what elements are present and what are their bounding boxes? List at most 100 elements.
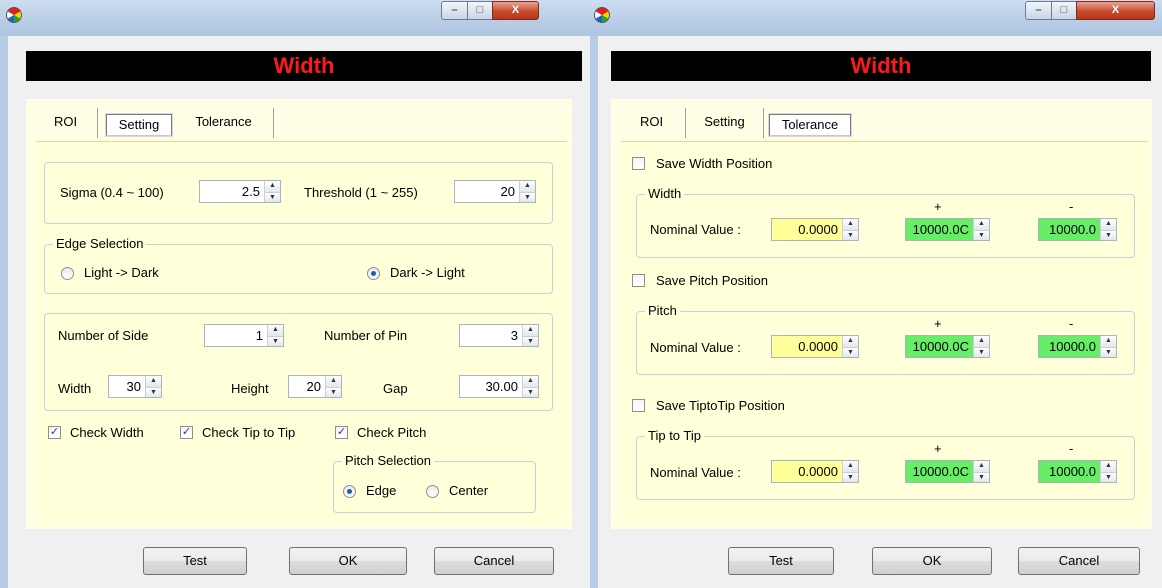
spin-up-icon[interactable]: ▲	[523, 325, 538, 336]
edge-dark-light-radio[interactable]	[367, 267, 380, 280]
pitch-nominal-stepper[interactable]: 0.0000 ▲ ▼	[771, 335, 859, 358]
spin-arrows[interactable]: ▲ ▼	[325, 376, 341, 397]
width-nominal-stepper[interactable]: 0.0000 ▲ ▼	[771, 218, 859, 241]
gap-stepper[interactable]: 30.00 ▲ ▼	[459, 375, 539, 398]
spin-down-icon[interactable]: ▼	[265, 191, 280, 202]
spin-down-icon[interactable]: ▼	[268, 335, 283, 346]
pitch-plus-stepper[interactable]: 10000.0C ▲ ▼	[905, 335, 990, 358]
spin-up-icon[interactable]: ▲	[1101, 461, 1116, 472]
test-button[interactable]: Test	[728, 547, 834, 575]
minimize-button[interactable]: –	[1025, 1, 1052, 20]
close-button[interactable]: X	[492, 1, 539, 20]
tiptotip-minus-stepper[interactable]: 10000.0 ▲ ▼	[1038, 460, 1117, 483]
number-of-side-stepper[interactable]: 1 ▲ ▼	[204, 324, 284, 347]
tiptotip-nominal-stepper[interactable]: 0.0000 ▲ ▼	[771, 460, 859, 483]
maximize-button[interactable]: □	[467, 1, 493, 20]
spin-down-icon[interactable]: ▼	[523, 386, 538, 397]
pitch-edge-radio[interactable]	[343, 485, 356, 498]
spin-up-icon[interactable]: ▲	[974, 336, 989, 347]
save-width-checkbox[interactable]	[632, 157, 645, 170]
tab-roi[interactable]: ROI	[618, 108, 686, 138]
spin-arrows[interactable]: ▲ ▼	[973, 219, 989, 240]
spin-arrows[interactable]: ▲ ▼	[522, 376, 538, 397]
tab-setting[interactable]: Setting	[106, 114, 172, 136]
spin-arrows[interactable]: ▲ ▼	[519, 181, 535, 202]
minimize-button[interactable]: –	[441, 1, 468, 20]
maximize-button[interactable]: □	[1051, 1, 1077, 20]
spin-up-icon[interactable]: ▲	[974, 461, 989, 472]
spin-arrows[interactable]: ▲ ▼	[1100, 219, 1116, 240]
width-stepper[interactable]: 30 ▲ ▼	[108, 375, 162, 398]
spin-down-icon[interactable]: ▼	[974, 229, 989, 240]
plus-label: +	[934, 441, 942, 456]
pitch-minus-stepper[interactable]: 10000.0 ▲ ▼	[1038, 335, 1117, 358]
spin-down-icon[interactable]: ▼	[523, 335, 538, 346]
width-plus-stepper[interactable]: 10000.0C ▲ ▼	[905, 218, 990, 241]
spin-down-icon[interactable]: ▼	[843, 229, 858, 240]
spin-down-icon[interactable]: ▼	[146, 386, 161, 397]
width-minus-stepper[interactable]: 10000.0 ▲ ▼	[1038, 218, 1117, 241]
spin-up-icon[interactable]: ▲	[326, 376, 341, 387]
spin-arrows[interactable]: ▲ ▼	[522, 325, 538, 346]
spin-up-icon[interactable]: ▲	[520, 181, 535, 192]
spin-up-icon[interactable]: ▲	[974, 219, 989, 230]
tab-tolerance[interactable]: Tolerance	[769, 114, 851, 136]
sigma-stepper[interactable]: 2.5 ▲ ▼	[199, 180, 281, 203]
height-value: 20	[306, 379, 321, 394]
spin-arrows[interactable]: ▲ ▼	[267, 325, 283, 346]
spin-up-icon[interactable]: ▲	[268, 325, 283, 336]
spin-up-icon[interactable]: ▲	[843, 336, 858, 347]
height-label: Height	[231, 381, 269, 396]
spin-up-icon[interactable]: ▲	[843, 461, 858, 472]
threshold-stepper[interactable]: 20 ▲ ▼	[454, 180, 536, 203]
spin-down-icon[interactable]: ▼	[1101, 346, 1116, 357]
spin-down-icon[interactable]: ▼	[1101, 229, 1116, 240]
spin-down-icon[interactable]: ▼	[843, 471, 858, 482]
spin-down-icon[interactable]: ▼	[974, 346, 989, 357]
check-width-checkbox[interactable]: ✓	[48, 426, 61, 439]
height-stepper[interactable]: 20 ▲ ▼	[288, 375, 342, 398]
spin-arrows[interactable]: ▲ ▼	[842, 336, 858, 357]
spin-arrows[interactable]: ▲ ▼	[973, 336, 989, 357]
ok-button[interactable]: OK	[872, 547, 992, 575]
spin-arrows[interactable]: ▲ ▼	[973, 461, 989, 482]
check-tip-checkbox[interactable]: ✓	[180, 426, 193, 439]
tab-roi[interactable]: ROI	[34, 108, 98, 138]
threshold-value: 20	[500, 184, 515, 199]
cancel-button[interactable]: Cancel	[1018, 547, 1140, 575]
nominal-value-label: Nominal Value :	[650, 340, 741, 355]
right-window: – □ X Width ROI Setting Tolerance Save W…	[590, 0, 1162, 588]
spin-up-icon[interactable]: ▲	[265, 181, 280, 192]
spin-down-icon[interactable]: ▼	[520, 191, 535, 202]
left-frame	[0, 36, 8, 588]
spin-up-icon[interactable]: ▲	[146, 376, 161, 387]
spin-down-icon[interactable]: ▼	[326, 386, 341, 397]
tab-tolerance[interactable]: Tolerance	[174, 108, 274, 138]
ok-button[interactable]: OK	[289, 547, 407, 575]
spin-down-icon[interactable]: ▼	[843, 346, 858, 357]
spin-arrows[interactable]: ▲ ▼	[842, 219, 858, 240]
spin-up-icon[interactable]: ▲	[843, 219, 858, 230]
spin-arrows[interactable]: ▲ ▼	[1100, 461, 1116, 482]
spin-arrows[interactable]: ▲ ▼	[1100, 336, 1116, 357]
spin-down-icon[interactable]: ▼	[974, 471, 989, 482]
pitch-center-radio[interactable]	[426, 485, 439, 498]
spin-down-icon[interactable]: ▼	[1101, 471, 1116, 482]
tab-setting[interactable]: Setting	[686, 108, 764, 138]
close-button[interactable]: X	[1076, 1, 1155, 20]
spin-arrows[interactable]: ▲ ▼	[145, 376, 161, 397]
check-pitch-checkbox[interactable]: ✓	[335, 426, 348, 439]
edge-light-dark-radio[interactable]	[61, 267, 74, 280]
test-button[interactable]: Test	[143, 547, 247, 575]
spin-up-icon[interactable]: ▲	[523, 376, 538, 387]
spin-arrows[interactable]: ▲ ▼	[842, 461, 858, 482]
cancel-button[interactable]: Cancel	[434, 547, 554, 575]
spin-up-icon[interactable]: ▲	[1101, 219, 1116, 230]
number-of-pin-stepper[interactable]: 3 ▲ ▼	[459, 324, 539, 347]
spin-arrows[interactable]: ▲ ▼	[264, 181, 280, 202]
spin-up-icon[interactable]: ▲	[1101, 336, 1116, 347]
tiptotip-plus-stepper[interactable]: 10000.0C ▲ ▼	[905, 460, 990, 483]
save-tiptotip-checkbox[interactable]	[632, 399, 645, 412]
save-pitch-checkbox[interactable]	[632, 274, 645, 287]
width-plus-value: 10000.0C	[912, 222, 969, 237]
